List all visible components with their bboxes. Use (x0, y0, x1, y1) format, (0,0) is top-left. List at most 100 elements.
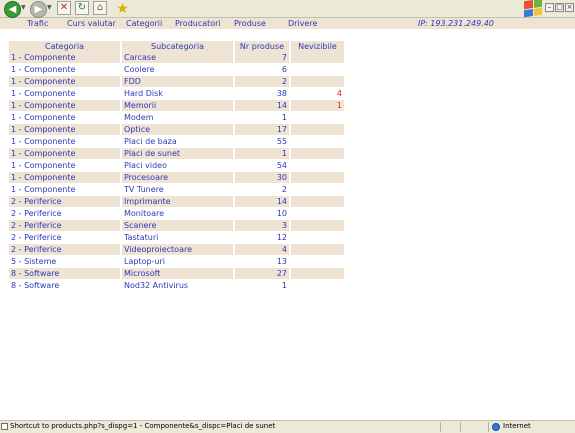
cell-subcategoria-link[interactable]: Placi de baza (122, 136, 233, 148)
cell-categoria: 1 - Componente (9, 64, 120, 76)
cell-subcategoria-link[interactable]: Modem (122, 112, 233, 124)
cell-nr-produse: 17 (235, 124, 289, 136)
close-icon[interactable]: × (565, 3, 574, 12)
cell-nevizibile (291, 136, 344, 148)
cell-nr-produse: 27 (235, 268, 289, 280)
cell-nevizibile (291, 124, 344, 136)
forward-dropdown-icon[interactable]: ▼ (47, 4, 52, 11)
cell-categoria: 2 - Periferice (9, 208, 120, 220)
nav-item-trafic[interactable]: Trafic (27, 18, 48, 29)
cell-categoria: 1 - Componente (9, 148, 120, 160)
cell-subcategoria-link[interactable]: Laptop-uri (122, 256, 233, 268)
table-row: 8 - Software Microsoft 27 (9, 268, 344, 280)
table-body: 1 - Componente Carcase 7 1 - Componente Cool… (9, 52, 344, 292)
table-row: 1 - Componente Hard Disk 38 4 (9, 88, 344, 100)
cell-nevizibile (291, 208, 344, 220)
cell-categoria: 1 - Componente (9, 124, 120, 136)
table-row: 1 - Componente Optice 17 (9, 124, 344, 136)
cell-nr-produse: 1 (235, 280, 289, 292)
cell-nr-produse: 38 (235, 88, 289, 100)
back-dropdown-icon[interactable]: ▼ (21, 4, 26, 11)
cell-nr-produse: 1 (235, 112, 289, 124)
cell-subcategoria-link[interactable]: Coolere (122, 64, 233, 76)
cell-subcategoria-link[interactable]: Tastaturi (122, 232, 233, 244)
status-divider (440, 422, 441, 432)
cell-categoria: 8 - Software (9, 280, 120, 292)
forward-arrow-icon[interactable]: ▶ (30, 1, 47, 18)
cell-categoria: 2 - Periferice (9, 232, 120, 244)
cell-categoria: 1 - Componente (9, 112, 120, 124)
table-header-row: Categoria Subcategoria Nr produse Nevizi… (9, 41, 344, 52)
cell-subcategoria-link[interactable]: Placi de sunet (122, 148, 233, 160)
cell-nevizibile (291, 196, 344, 208)
nav-item-drivere[interactable]: Drivere (288, 18, 317, 29)
table-row: 2 - Periferice Tastaturi 12 (9, 232, 344, 244)
cell-nr-produse: 55 (235, 136, 289, 148)
cell-subcategoria-link[interactable]: Imprimante (122, 196, 233, 208)
table-row: 2 - Periferice Imprimante 14 (9, 196, 344, 208)
cell-nevizibile (291, 220, 344, 232)
windows-logo-icon (524, 0, 542, 18)
cell-subcategoria-link[interactable]: Monitoare (122, 208, 233, 220)
cell-nr-produse: 14 (235, 100, 289, 112)
cell-nevizibile (291, 268, 344, 280)
cell-nr-produse: 14 (235, 196, 289, 208)
cell-subcategoria-link[interactable]: Placi video (122, 160, 233, 172)
cell-categoria: 1 - Componente (9, 100, 120, 112)
ip-address: IP: 193.231.249.40 (418, 19, 494, 28)
table-row: 1 - Componente Procesoare 30 (9, 172, 344, 184)
nav-item-producatori[interactable]: Producatori (175, 18, 221, 29)
cell-nr-produse: 30 (235, 172, 289, 184)
home-icon[interactable]: ⌂ (93, 1, 107, 15)
table-row: 5 - Sisteme Laptop-uri 13 (9, 256, 344, 268)
cell-subcategoria-link[interactable]: Optice (122, 124, 233, 136)
nav-item-categorii[interactable]: Categorii (126, 18, 162, 29)
restore-icon[interactable]: □ (555, 3, 564, 12)
status-divider (488, 422, 489, 432)
header-categoria: Categoria (9, 41, 120, 52)
stop-icon[interactable]: ✕ (57, 1, 71, 15)
cell-nevizibile (291, 184, 344, 196)
cell-subcategoria-link[interactable]: Memorii (122, 100, 233, 112)
cell-nr-produse: 7 (235, 52, 289, 64)
table-row: 2 - Periferice Scanere 3 (9, 220, 344, 232)
cell-subcategoria-link[interactable]: Scanere (122, 220, 233, 232)
status-text: Shortcut to products.php?s_dispg=1 - Com… (10, 422, 276, 430)
minimize-icon[interactable]: – (545, 3, 554, 12)
nav-item-produse[interactable]: Produse (234, 18, 266, 29)
cell-nevizibile: 1 (291, 100, 344, 112)
cell-categoria: 1 - Componente (9, 76, 120, 88)
header-nr-produse: Nr produse (235, 41, 289, 52)
cell-subcategoria-link[interactable]: Procesoare (122, 172, 233, 184)
table-row: 1 - Componente Modem 1 (9, 112, 344, 124)
cell-subcategoria-link[interactable]: FDD (122, 76, 233, 88)
cell-subcategoria-link[interactable]: Videoproiectoare (122, 244, 233, 256)
cell-categoria: 5 - Sisteme (9, 256, 120, 268)
star-icon[interactable]: ★ (115, 1, 130, 16)
refresh-icon[interactable]: ↻ (75, 1, 89, 15)
nav-item-curs-valutar[interactable]: Curs valutar (67, 18, 116, 29)
cell-categoria: 8 - Software (9, 268, 120, 280)
cell-subcategoria-link[interactable]: TV Tunere (122, 184, 233, 196)
cell-nevizibile (291, 280, 344, 292)
table-row: 8 - Software Nod32 Antivirus 1 (9, 280, 344, 292)
cell-nevizibile (291, 172, 344, 184)
cell-categoria: 1 - Componente (9, 172, 120, 184)
back-arrow-icon[interactable]: ◀ (4, 1, 21, 18)
cell-subcategoria-link[interactable]: Microsoft (122, 268, 233, 280)
table-row: 1 - Componente Placi de baza 55 (9, 136, 344, 148)
cell-nr-produse: 10 (235, 208, 289, 220)
header-nevizibile: Nevizibile (291, 41, 344, 52)
cell-subcategoria-link[interactable]: Nod32 Antivirus (122, 280, 233, 292)
cell-subcategoria-link[interactable]: Carcase (122, 52, 233, 64)
cell-categoria: 1 - Componente (9, 160, 120, 172)
cell-nevizibile (291, 256, 344, 268)
table-row: 1 - Componente Placi de sunet 1 (9, 148, 344, 160)
cell-nr-produse: 13 (235, 256, 289, 268)
cell-nr-produse: 3 (235, 220, 289, 232)
globe-icon (492, 423, 500, 431)
table-row: 1 - Componente Carcase 7 (9, 52, 344, 64)
status-divider (460, 422, 461, 432)
cell-subcategoria-link[interactable]: Hard Disk (122, 88, 233, 100)
cell-nevizibile (291, 76, 344, 88)
